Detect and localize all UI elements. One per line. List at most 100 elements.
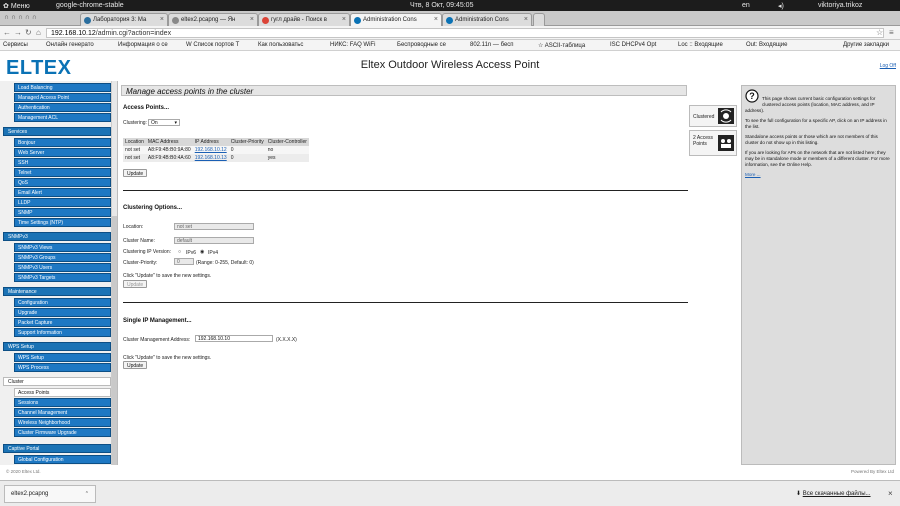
sidebar-item-configuration[interactable]: Configuration — [14, 298, 111, 307]
sidebar-item-upgrade[interactable]: Upgrade — [14, 308, 111, 317]
volume-icon[interactable]: ◂) — [778, 2, 784, 10]
sidebar-item-channel-management[interactable]: Channel Management — [14, 408, 111, 417]
help-panel: ? This page shows current basic configur… — [741, 85, 896, 465]
clustering-options-update-button[interactable]: Update — [123, 280, 148, 288]
sidebar-item-snmpv3-groups[interactable]: SNMPv3 Groups — [14, 253, 111, 262]
bookmark-item[interactable]: Онлайн генерато — [46, 42, 94, 48]
close-tab-icon[interactable]: × — [160, 16, 164, 23]
column-header-ip: IP Address — [194, 139, 219, 145]
sidebar-item-wps-setup[interactable]: WPS Setup — [14, 353, 111, 362]
ap-ip-link[interactable]: 192.168.10.12 — [195, 147, 227, 153]
user-menu[interactable]: viktoriya.trikoz — [818, 2, 862, 9]
menu-button[interactable]: ✿ Меню — [3, 2, 30, 10]
help-more-link[interactable]: More ... — [745, 172, 761, 177]
sidebar-item-web-server[interactable]: Web Server — [14, 148, 111, 157]
bookmark-item[interactable]: Как пользоватьс — [258, 42, 303, 48]
chevron-down-icon[interactable]: ⌃ — [85, 491, 89, 497]
close-tab-icon[interactable]: × — [250, 16, 254, 23]
bookmark-item[interactable]: ISC DHCPv4 Opt — [610, 42, 656, 48]
single-ip-update-button[interactable]: Update — [123, 361, 148, 369]
management-address-input[interactable]: 192.168.10.10 — [195, 335, 273, 342]
page-header: ELTEX Eltex Outdoor Wireless Access Poin… — [0, 51, 900, 81]
sidebar-group-services[interactable]: Services — [3, 127, 111, 136]
sidebar-item-access-points[interactable]: Access Points — [14, 388, 111, 397]
sidebar-item-lldp[interactable]: LLDP — [14, 198, 111, 207]
sidebar-item-sessions[interactable]: Sessions — [14, 398, 111, 407]
tab-admin-console-active[interactable]: Administration Cons × — [350, 13, 442, 26]
bookmark-item[interactable]: НИКС: FAQ WiFi — [330, 42, 375, 48]
sidebar-item-bonjour[interactable]: Bonjour — [14, 138, 111, 147]
sidebar-item-telnet[interactable]: Telnet — [14, 168, 111, 177]
sidebar-item-packet-capture[interactable]: Packet Capture — [14, 318, 111, 327]
powered-by: Powered By Eltex Ltd — [850, 469, 894, 474]
help-text: Standalone access points or those which … — [745, 133, 878, 145]
close-icon[interactable]: × — [888, 489, 893, 498]
sidebar-item-global-configuration[interactable]: Global Configuration — [14, 455, 111, 464]
bookmark-star-icon[interactable]: ☆ — [876, 28, 883, 37]
bookmark-other-folder[interactable]: Другие закладки — [843, 42, 889, 48]
sidebar-item-snmpv3-users[interactable]: SNMPv3 Users — [14, 263, 111, 272]
tab-admin-console[interactable]: Administration Cons × — [442, 13, 532, 26]
bookmark-item[interactable]: Информация о се — [118, 42, 168, 48]
sidebar-item-email-alert[interactable]: Email Alert — [14, 188, 111, 197]
sidebar-item-support-info[interactable]: Support Information — [14, 328, 111, 337]
sidebar-group-maintenance[interactable]: Maintenance — [3, 287, 111, 296]
sidebar-item-ssh[interactable]: SSH — [14, 158, 111, 167]
sidebar-item-cluster-firmware-upgrade[interactable]: Cluster Firmware Upgrade — [14, 428, 111, 437]
all-downloads-link[interactable]: ⬇ Все скачанные файлы... — [796, 490, 871, 497]
menu-icon[interactable]: ≡ — [889, 28, 894, 37]
sidebar-item-authentication[interactable]: Authentication — [14, 103, 111, 112]
bookmark-item[interactable]: Беспроводные се — [397, 42, 446, 48]
sidebar-item-snmpv3-views[interactable]: SNMPv3 Views — [14, 243, 111, 252]
close-tab-icon[interactable]: × — [434, 16, 438, 23]
sidebar-item-load-balancing[interactable]: Load Balancing — [14, 83, 111, 92]
bookmark-item[interactable]: ☆ ASCII-таблица — [538, 42, 585, 49]
sidebar-group-wps-setup[interactable]: WPS Setup — [3, 342, 111, 351]
ap-ip-link[interactable]: 192.168.10.13 — [195, 155, 227, 161]
sidebar-item-managed-ap[interactable]: Managed Access Point — [14, 93, 111, 102]
bookmark-item[interactable]: 802.11n — бесп — [470, 42, 514, 48]
ipv4-radio[interactable]: ◉ — [200, 249, 204, 255]
close-tab-icon[interactable]: × — [342, 16, 346, 23]
product-title: Eltex Outdoor Wireless Access Point — [360, 59, 540, 71]
sidebar-scroll-thumb[interactable] — [112, 216, 117, 465]
sidebar-group-cluster[interactable]: Cluster — [3, 377, 111, 386]
sidebar-item-qos[interactable]: QoS — [14, 178, 111, 187]
sidebar-group-snmpv3[interactable]: SNMPv3 — [3, 232, 111, 241]
access-points-update-button[interactable]: Update — [123, 169, 148, 177]
sidebar-group-captive-portal[interactable]: Captive Portal — [3, 444, 111, 453]
active-app-title: google-chrome-stable — [56, 2, 124, 9]
back-icon[interactable]: ← — [3, 28, 11, 37]
url-input[interactable]: 192.168.10.12/admin.cgi?action=index — [46, 28, 884, 38]
sidebar-item-snmp[interactable]: SNMP — [14, 208, 111, 217]
clustering-select[interactable]: On ▾ — [148, 119, 180, 126]
clock[interactable]: Чтв, 8 Окт, 09:45:05 — [410, 2, 473, 9]
reload-icon[interactable]: ↻ — [25, 28, 32, 37]
sidebar-item-snmpv3-targets[interactable]: SNMPv3 Targets — [14, 273, 111, 282]
location-input[interactable]: not set — [174, 223, 254, 230]
new-tab-button[interactable] — [533, 13, 545, 26]
tab-scroll-icons[interactable]: ∩ ∩ ∩ ∩ ∩ — [4, 14, 37, 21]
priority-input[interactable]: 0 — [174, 258, 194, 265]
language-indicator[interactable]: en — [742, 2, 750, 9]
sidebar-item-management-acl[interactable]: Management ACL — [14, 113, 111, 122]
logout-link[interactable]: Log Off — [880, 63, 896, 69]
sidebar-item-wps-process[interactable]: WPS Process — [14, 363, 111, 372]
close-tab-icon[interactable]: × — [524, 16, 528, 23]
management-address-label: Cluster Management Address: — [123, 337, 191, 343]
bookmark-item[interactable]: Loc :: Входящие — [678, 42, 723, 48]
home-icon[interactable]: ⌂ — [36, 28, 41, 37]
ipv6-radio[interactable]: ○ — [178, 249, 181, 255]
bookmark-item[interactable]: Out: Входящие — [746, 42, 787, 48]
tab-favicon-icon — [262, 17, 269, 24]
tab-lab3[interactable]: Лаборатория 3: Ма × — [80, 13, 168, 26]
tab-pcapng[interactable]: eltex2.pcapng — Ян × — [168, 13, 258, 26]
forward-icon[interactable]: → — [14, 28, 22, 37]
sidebar-item-time-settings[interactable]: Time Settings (NTP) — [14, 218, 111, 227]
tab-google-search[interactable]: гугл драйв - Поиск в × — [258, 13, 350, 26]
cluster-name-input[interactable]: default — [174, 237, 254, 244]
download-item[interactable]: eltex2.pcapng ⌃ — [4, 485, 96, 503]
bookmark-item[interactable]: W Список портов T — [186, 42, 239, 48]
sidebar-item-wireless-neighborhood[interactable]: Wireless Neighborhood — [14, 418, 111, 427]
bookmark-apps[interactable]: Сервисы — [3, 42, 28, 48]
